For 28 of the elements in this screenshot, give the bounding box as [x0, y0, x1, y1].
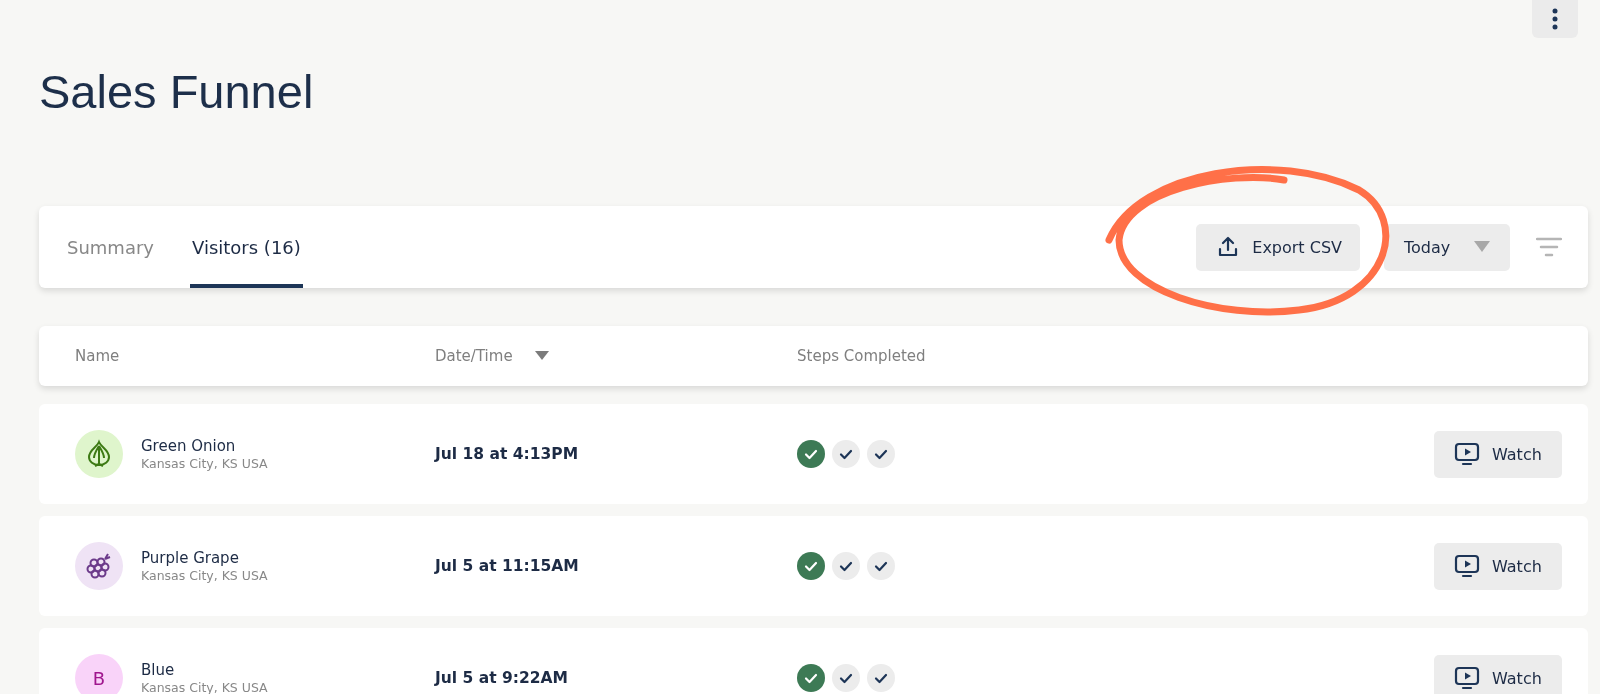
more-options-button[interactable] — [1532, 0, 1578, 38]
export-button[interactable]: Export CSV — [1196, 223, 1360, 271]
watch-button[interactable]: Watch — [1434, 542, 1562, 590]
play-screen-icon — [1454, 554, 1480, 578]
visitor-location: Kansas City, KS USA — [141, 680, 268, 694]
watch-button[interactable]: Watch — [1434, 430, 1562, 478]
tab[interactable]: Visitors (16) — [190, 206, 303, 288]
more-options-icon — [1552, 8, 1558, 30]
visitor-name: Blue — [141, 661, 176, 679]
watch-button[interactable]: Watch — [1434, 654, 1562, 694]
visitor-location: Kansas City, KS USA — [141, 568, 268, 583]
visitor-name: Purple Grape — [141, 549, 240, 567]
date-range-dropdown[interactable]: Today — [1384, 223, 1510, 271]
tab[interactable]: Summary — [65, 206, 156, 288]
visit-datetime: Jul 5 at 11:15AM — [435, 557, 579, 575]
play-screen-icon — [1454, 442, 1480, 466]
column-header: Steps Completed — [797, 347, 926, 365]
visitor-name: Green Onion — [141, 437, 237, 455]
visitor-location: Kansas City, KS USA — [141, 456, 268, 471]
visit-datetime: Jul 18 at 4:13PM — [435, 445, 579, 463]
page-title: Sales Funnel — [39, 64, 314, 120]
column-header[interactable]: Date/Time — [435, 347, 513, 365]
play-screen-icon — [1454, 666, 1480, 690]
caret-icon — [1474, 241, 1490, 253]
visit-datetime: Jul 5 at 9:22AM — [435, 669, 568, 687]
column-header: Name — [75, 347, 120, 365]
avatar-letter: B — [92, 667, 106, 689]
sort-caret-icon[interactable] — [534, 351, 549, 361]
